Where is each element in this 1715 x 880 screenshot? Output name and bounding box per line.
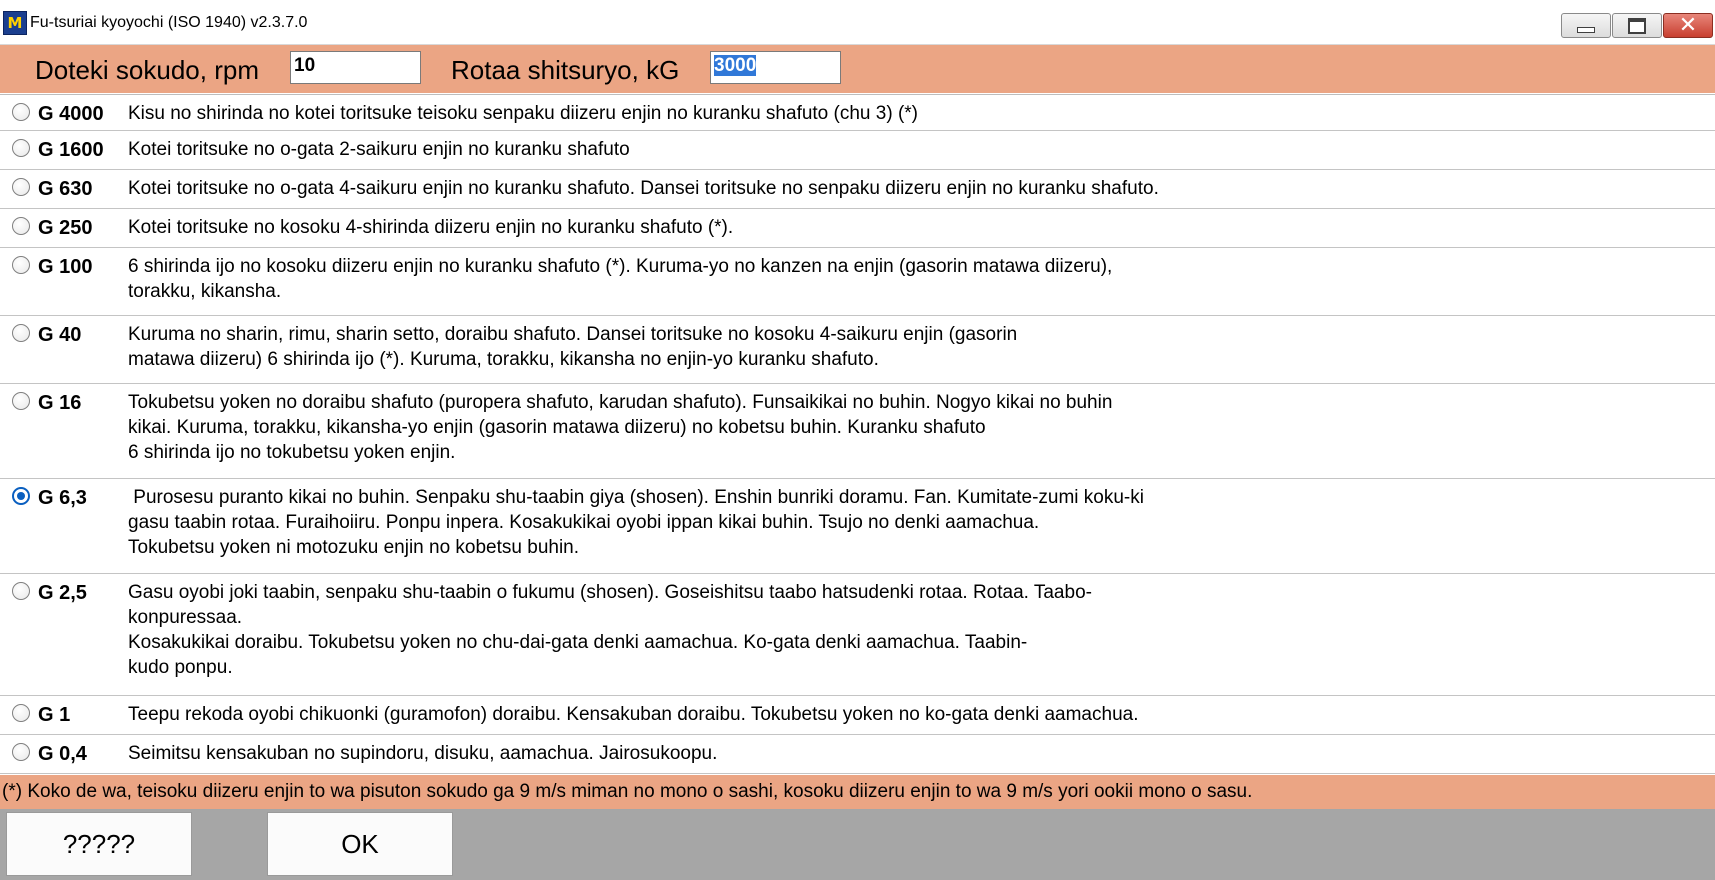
grade-radio[interactable]	[12, 178, 30, 196]
grade-description-line: torakku, kikansha.	[128, 281, 282, 302]
mass-label: Rotaa shitsuryo, kG	[451, 55, 680, 85]
grade-row[interactable]: G 6,3 Purosesu puranto kikai no buhin. S…	[0, 479, 1715, 574]
grade-description-line: Kotei toritsuke no kosoku 4-shirinda dii…	[128, 217, 734, 238]
maximize-button[interactable]	[1612, 13, 1662, 38]
title-bar: M Fu-tsuriai kyoyochi (ISO 1940) v2.3.7.…	[0, 0, 1715, 45]
grade-row[interactable]: G 100 6 shirinda ijo no kosoku diizeru en…	[0, 248, 1715, 316]
minimize-icon	[1577, 26, 1595, 33]
speed-value: 10	[294, 55, 316, 76]
grade-description-line: Gasu oyobi joki taabin, senpaku shu-taab…	[128, 582, 1092, 603]
parameters-bar: Doteki sokudo, rpm 10 Rotaa shitsuryo, k…	[0, 45, 1715, 93]
grade-description-line: Kotei toritsuke no o-gata 2-saikuru enji…	[128, 139, 630, 160]
grade-label: G 4000	[38, 103, 104, 125]
grade-radio[interactable]	[12, 139, 30, 157]
grade-radio[interactable]	[12, 743, 30, 761]
button-bar: ????? OK	[0, 809, 1715, 880]
grade-label: G 0,4	[38, 743, 87, 765]
grade-description-line: matawa diizeru) 6 shirinda ijo (*). Kuru…	[128, 349, 879, 370]
footnote-text: (*) Koko de wa, teisoku diizeru enjin to…	[2, 781, 1253, 802]
grade-label: G 40	[38, 324, 82, 346]
grade-radio[interactable]	[12, 324, 30, 342]
speed-input[interactable]: 10	[290, 51, 421, 84]
grade-radio[interactable]	[12, 487, 30, 505]
grade-description-line: Kisu no shirinda no kotei toritsuke teis…	[128, 103, 918, 124]
grade-label: G 1	[38, 704, 71, 726]
grade-description-line: Purosesu puranto kikai no buhin. Senpaku…	[128, 487, 1144, 508]
grade-radio[interactable]	[12, 392, 30, 410]
speed-label: Doteki sokudo, rpm	[35, 55, 259, 85]
grade-description-line: 6 shirinda ijo no tokubetsu yoken enjin.	[128, 442, 456, 463]
window-title: Fu-tsuriai kyoyochi (ISO 1940) v2.3.7.0	[30, 14, 308, 31]
minimize-button[interactable]	[1561, 13, 1611, 38]
ok-button-label: OK	[341, 828, 379, 859]
close-button[interactable]: ✕	[1663, 13, 1713, 38]
grade-description-line: 6 shirinda ijo no kosoku diizeru enjin n…	[128, 256, 1113, 277]
grade-row[interactable]: G 1600 Kotei toritsuke no o-gata 2-saikur…	[0, 131, 1715, 170]
ok-button[interactable]: OK	[267, 812, 453, 876]
grade-label: G 16	[38, 392, 82, 414]
grade-label: G 6,3	[38, 487, 87, 509]
grade-description-line: kudo ponpu.	[128, 657, 233, 678]
grade-description-line: Kuruma no sharin, rimu, sharin setto, do…	[128, 324, 1018, 345]
grade-label: G 2,5	[38, 582, 87, 604]
grade-radio[interactable]	[12, 256, 30, 274]
footnote-bar: (*) Koko de wa, teisoku diizeru enjin to…	[0, 775, 1715, 809]
grade-label: G 250	[38, 217, 93, 239]
grade-description-line: Teepu rekoda oyobi chikuonki (guramofon)…	[128, 704, 1139, 725]
grade-description-line: Kosakukikai doraibu. Tokubetsu yoken no …	[128, 632, 1028, 653]
help-button[interactable]: ?????	[6, 812, 192, 876]
grade-radio[interactable]	[12, 704, 30, 722]
maximize-icon	[1628, 17, 1646, 34]
grade-description-line: gasu taabin rotaa. Furaihoiiru. Ponpu in…	[128, 512, 1040, 533]
grade-row[interactable]: G 40 Kuruma no sharin, rimu, sharin setto…	[0, 316, 1715, 384]
grade-row[interactable]: G 4000 Kisu no shirinda no kotei toritsuk…	[0, 94, 1715, 131]
grade-label: G 630	[38, 178, 93, 200]
grade-description-line: kikai. Kuruma, torakku, kikansha-yo enji…	[128, 417, 986, 438]
grade-row[interactable]: G 2,5 Gasu oyobi joki taabin, senpaku shu…	[0, 574, 1715, 696]
grade-description-line: Tokubetsu yoken ni motozuku enjin no kob…	[128, 537, 580, 558]
grade-row[interactable]: G 250 Kotei toritsuke no kosoku 4-shirind…	[0, 209, 1715, 248]
mass-input[interactable]: 3000	[710, 51, 841, 84]
close-icon: ✕	[1678, 12, 1698, 38]
grade-radio[interactable]	[12, 582, 30, 600]
grade-label: G 1600	[38, 139, 104, 161]
grade-radio[interactable]	[12, 217, 30, 235]
grade-row[interactable]: G 16 Tokubetsu yoken no doraibu shafuto (…	[0, 384, 1715, 479]
grade-row[interactable]: G 0,4 Seimitsu kensakuban no supindoru, d…	[0, 735, 1715, 774]
help-button-label: ?????	[62, 828, 136, 859]
mass-value: 3000	[714, 55, 757, 76]
grade-description-line: Kotei toritsuke no o-gata 4-saikuru enji…	[128, 178, 1159, 199]
grade-description-line: konpuressaa.	[128, 607, 243, 628]
grade-label: G 100	[38, 256, 93, 278]
grade-description-line: Seimitsu kensakuban no supindoru, disuku…	[128, 743, 718, 764]
grade-description-line: Tokubetsu yoken no doraibu shafuto (puro…	[128, 392, 1113, 413]
grade-row[interactable]: G 1 Teepu rekoda oyobi chikuonki (guramof…	[0, 696, 1715, 735]
grade-row[interactable]: G 630 Kotei toritsuke no o-gata 4-saikuru…	[0, 170, 1715, 209]
app-logo-icon: M	[3, 11, 27, 35]
grade-radio[interactable]	[12, 103, 30, 121]
